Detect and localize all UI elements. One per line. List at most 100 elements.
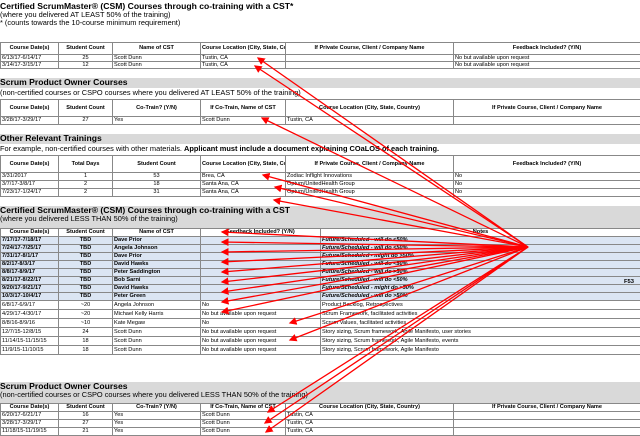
table-cell: Yes: [113, 420, 201, 428]
table-cell: 21: [59, 428, 113, 436]
column-header: Total Days: [59, 156, 113, 173]
table-cell: 8/2/17-8/3/17: [1, 261, 59, 269]
table-cell: TBD: [59, 245, 113, 253]
column-header: Student Count: [59, 100, 113, 117]
column-header: If Private Course, Client / Company Name: [286, 156, 454, 173]
table-row: 8/2/17-8/3/17TBDDavid Hawks Future/Schedu…: [1, 261, 640, 269]
table-cell: Yes: [113, 117, 201, 125]
table-cell: 9/20/17-9/21/17: [1, 285, 59, 293]
column-header: Notes: [321, 229, 640, 237]
table-cell: 8/8/16-8/9/16: [1, 319, 59, 328]
column-header: Student Count: [59, 229, 113, 237]
table-cell: [286, 55, 454, 62]
table-row: 8/8/17-8/9/17TBDPeter SaddingtonFuture/S…: [1, 269, 640, 277]
table-row: 6/13/17-6/14/1725Scott DunnTustin, CANo …: [1, 55, 640, 62]
table-cell: No but available upon request: [201, 346, 321, 355]
table-cell: Santa Ana, CA: [201, 189, 286, 197]
table-row: 3/31/2017153Brea, CAZodiac Inflight Inno…: [1, 173, 640, 181]
header-row: Course Date(s)Student CountCo-Train? (Y/…: [1, 404, 640, 412]
column-header: Course Location (City, State, Country): [201, 43, 286, 55]
table-row: 3/7/17-3/8/17218Santa Ana, CAOptum/Unite…: [1, 181, 640, 189]
table-cell: 18: [59, 337, 113, 346]
cell-reference-label: F53: [624, 279, 634, 285]
table-cell: Future/Scheduled - might do >50%: [321, 285, 640, 293]
table-cell: 2: [59, 189, 113, 197]
table-cell: 27: [59, 420, 113, 428]
section-other-title-bar: Other Relevant Trainings: [0, 134, 640, 144]
table-cell: ~10: [59, 319, 113, 328]
table-cell: Scott Dunn: [113, 328, 201, 337]
table-cell: No: [201, 319, 321, 328]
table-cell: [454, 428, 640, 436]
table-cell: 8/21/17-8/22/17: [1, 277, 59, 285]
table-cell: 12/7/15-12/8/15: [1, 328, 59, 337]
table-cell: TBD: [59, 293, 113, 301]
header-row: Course Date(s)Student CountName of CSTFe…: [1, 229, 640, 237]
table-cell: 3/31/2017: [1, 173, 59, 181]
column-header: Name of CST: [113, 229, 201, 237]
table-cell: 3/7/17-3/8/17: [1, 181, 59, 189]
column-header: Feedback Included? (Y/N): [201, 229, 321, 237]
table-cell: 16: [59, 412, 113, 420]
section-csm-less-header: Certified ScrumMaster® (CSM) Courses thr…: [0, 206, 640, 228]
table-cell: Scott Dunn: [201, 412, 286, 420]
table-cell: Optum/UnitedHealth Group: [286, 181, 454, 189]
table-row: 7/31/17-8/1/17TBDDave PriorFuture/Schedu…: [1, 253, 640, 261]
table-cell: Zodiac Inflight Innovations: [286, 173, 454, 181]
column-header: Co-Train? (Y/N): [113, 404, 201, 412]
table-row: 8/8/16-8/9/16~10Kate MegawNoScrum Values…: [1, 319, 640, 328]
table-cell: [201, 269, 321, 277]
table-cell: Kate Megaw: [113, 319, 201, 328]
table-cell: Dave Prior: [113, 253, 201, 261]
table-cell: 11/9/15-11/10/15: [1, 346, 59, 355]
table-cell: David Hawks: [113, 285, 201, 293]
table-cell: No: [454, 189, 640, 197]
table-cell: Scott Dunn: [113, 346, 201, 355]
table-cell: 11/14/15-11/15/15: [1, 337, 59, 346]
table-cell: TBD: [59, 237, 113, 245]
table-cell: 53: [113, 173, 201, 181]
column-header: If Private Course, Client / Company Name: [454, 100, 640, 117]
table-cell: David Hawks: [113, 261, 201, 269]
table-cell: Bob Sarni: [113, 277, 201, 285]
table-cell: [201, 277, 321, 285]
table-cell: [201, 253, 321, 261]
column-header: Student Count: [59, 404, 113, 412]
column-header: Name of CST: [113, 43, 201, 55]
table-cell: No: [454, 181, 640, 189]
table-row: 6/20/17-6/21/1716YesScott DunnTustin, CA: [1, 412, 640, 420]
table-cell: Scott Dunn: [201, 117, 286, 125]
table-cell: Future/Scheduled - will do <50%: [321, 277, 640, 285]
table-other: Course Date(s)Total DaysStudent CountCou…: [0, 155, 640, 197]
table-cell: 11/18/15-11/19/15: [1, 428, 59, 436]
table-cell: Yes: [113, 412, 201, 420]
header-row: Course Date(s)Total DaysStudent CountCou…: [1, 156, 640, 173]
table-cell: Tustin, CA: [286, 420, 454, 428]
table-cell: Peter Saddington: [113, 269, 201, 277]
table-cell: Tustin, CA: [201, 62, 286, 69]
table-cell: 27: [59, 117, 113, 125]
table-cell: 18: [113, 181, 201, 189]
spreadsheet-sheet: Certified ScrumMaster® (CSM) Courses thr…: [0, 0, 640, 433]
table-cell: Future/Scheduled - will do <50%: [321, 261, 640, 269]
table-cell: 7/23/17-1/24/17: [1, 189, 59, 197]
table-cell: [201, 237, 321, 245]
table-cell: 2: [59, 181, 113, 189]
table-cell: [454, 412, 640, 420]
column-header: If Private Course, Client / Company Name: [286, 43, 454, 55]
section-cspo-header: (non-certified courses or CSPO courses w…: [0, 89, 640, 97]
table-row: 3/14/17-3/15/1712Scott DunnTustin, CANo …: [1, 62, 640, 69]
table-cell: TBD: [59, 261, 113, 269]
table-row: 9/20/17-9/21/17TBDDavid HawksFuture/Sche…: [1, 285, 640, 293]
table-cell: No but available upon request: [201, 328, 321, 337]
table-cell: Scott Dunn: [201, 420, 286, 428]
column-header: If Co-Train, Name of CST: [201, 100, 286, 117]
table-cell: [454, 420, 640, 428]
header-row: Course Date(s)Student CountCo-Train? (Y/…: [1, 100, 640, 117]
subtitle-plain: For example, non-certified courses with …: [0, 144, 182, 153]
table-cell: 7/24/17-7/25/17: [1, 245, 59, 253]
table-csm-less: Course Date(s)Student CountName of CSTFe…: [0, 228, 640, 355]
table-cell: Future/Scheduled - will do <50%: [321, 237, 640, 245]
table-cell: 12: [59, 62, 113, 69]
table-cell: 1: [59, 173, 113, 181]
